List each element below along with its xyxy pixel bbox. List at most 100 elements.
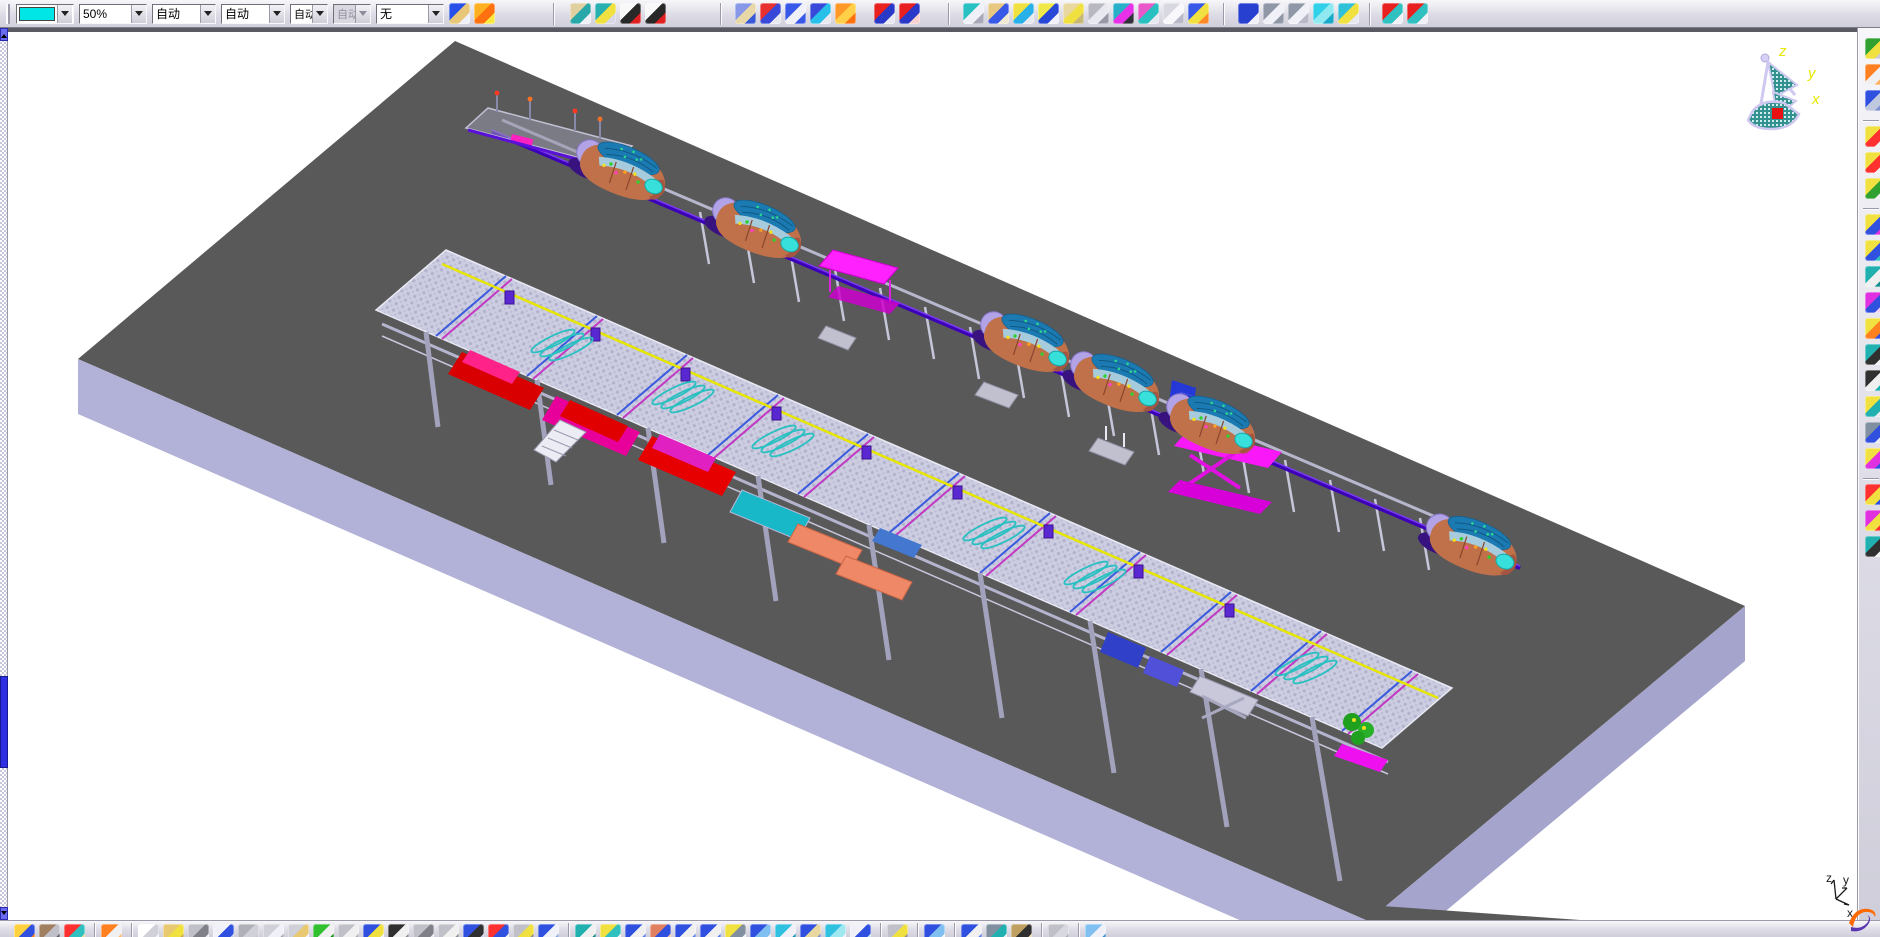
robot-eye-icon[interactable]: [760, 3, 781, 24]
zoom-in-icon[interactable]: [675, 924, 696, 937]
gears-star-2-icon[interactable]: [1865, 240, 1880, 261]
list-teal-icon[interactable]: [1865, 344, 1880, 365]
lock-gray-icon[interactable]: [513, 924, 534, 937]
none-combo[interactable]: 无: [376, 4, 444, 24]
doc-pen-icon[interactable]: [213, 924, 234, 937]
scroll-up-button[interactable]: [0, 28, 8, 41]
list-teal-2-icon[interactable]: [1865, 536, 1880, 557]
auto-combo-3[interactable]: 自动: [290, 4, 328, 24]
chevron-down-icon[interactable]: [200, 5, 215, 23]
setsquare-one-icon[interactable]: [1038, 3, 1059, 24]
camera-view-box-icon[interactable]: [570, 3, 591, 24]
redo-disabled-icon[interactable]: [338, 924, 359, 937]
multi-view-icon[interactable]: [750, 924, 771, 937]
chevron-down-icon[interactable]: [312, 5, 327, 23]
fit-view-icon[interactable]: [600, 924, 621, 937]
magic-wand-sphere-icon[interactable]: [474, 3, 495, 24]
eye-gray-icon[interactable]: [413, 924, 434, 937]
gripper-cube-icon[interactable]: [1865, 510, 1880, 531]
robot-magenta-icon[interactable]: [1865, 292, 1880, 313]
paste-icon[interactable]: [288, 924, 309, 937]
clamp-teal-icon[interactable]: [1865, 266, 1880, 287]
sketch-pad-icon[interactable]: [1113, 3, 1134, 24]
chevron-down-icon[interactable]: [57, 5, 72, 23]
move-cross-orange-icon[interactable]: [101, 924, 122, 937]
iso-view-icon[interactable]: [775, 924, 796, 937]
sim-chart-3-icon[interactable]: [1865, 178, 1880, 199]
pointer-orange-icon[interactable]: [1865, 64, 1880, 85]
star-burst-icon[interactable]: [835, 3, 856, 24]
datum-measure-icon[interactable]: [488, 924, 509, 937]
paperclip-icon[interactable]: [1088, 3, 1109, 24]
link-nodes-icon[interactable]: [1865, 318, 1880, 339]
gear-snowflake-icon[interactable]: [1188, 3, 1209, 24]
shade-box-1-icon[interactable]: [800, 924, 821, 937]
mini-loader-icon[interactable]: [1013, 3, 1034, 24]
mouse-3d-icon[interactable]: [963, 3, 984, 24]
print-icon[interactable]: [188, 924, 209, 937]
swoosh-cyan-icon[interactable]: [1313, 3, 1334, 24]
zoom-out-icon[interactable]: [700, 924, 721, 937]
gears-pair-icon[interactable]: [1865, 448, 1880, 469]
keyboard-blue-icon[interactable]: [463, 924, 484, 937]
chevron-down-icon[interactable]: [131, 5, 146, 23]
goggles-parts-icon[interactable]: [735, 3, 756, 24]
cut-disabled-icon[interactable]: [238, 924, 259, 937]
open-folder-icon[interactable]: [163, 924, 184, 937]
color-combo[interactable]: [16, 4, 74, 24]
sim-chart-1-icon[interactable]: [1865, 126, 1880, 147]
view-cube-icon[interactable]: [988, 3, 1009, 24]
copy-icon[interactable]: [263, 924, 284, 937]
door-panel-icon[interactable]: [595, 3, 616, 24]
zoom-level-combo[interactable]: 50%: [79, 4, 147, 24]
chevron-down-icon[interactable]: [269, 5, 284, 23]
hide-show-icon[interactable]: [887, 924, 908, 937]
gear-blue-icon[interactable]: [1865, 90, 1880, 111]
box-3d-red-icon[interactable]: [64, 924, 85, 937]
expand-4way-icon[interactable]: [785, 3, 806, 24]
auto-combo-2[interactable]: 自动: [221, 4, 285, 24]
sphere-gray-icon[interactable]: [438, 924, 459, 937]
normal-view-icon[interactable]: [725, 924, 746, 937]
anchor-icon[interactable]: [1063, 3, 1084, 24]
scene-3d[interactable]: z y x z y x: [8, 28, 1858, 920]
fly-mode-icon[interactable]: [575, 924, 596, 937]
chevron-down-icon[interactable]: [428, 5, 443, 23]
arc-letter-icon[interactable]: [1288, 3, 1309, 24]
robot-tool-icon[interactable]: [810, 3, 831, 24]
gears-green-icon[interactable]: [1865, 38, 1880, 59]
camera-capture-icon[interactable]: [986, 924, 1007, 937]
box-red-yellow-icon[interactable]: [1865, 484, 1880, 505]
viewport-3d[interactable]: z y x z y x: [8, 28, 1858, 920]
left-scrollbar[interactable]: [0, 28, 8, 920]
new-document-icon[interactable]: [138, 924, 159, 937]
paint-brush-icon[interactable]: [449, 3, 470, 24]
screen-capture-icon[interactable]: [538, 924, 559, 937]
user-profile-icon[interactable]: [1011, 924, 1032, 937]
text-frame-icon[interactable]: [1865, 370, 1880, 391]
rotate-view-icon[interactable]: [650, 924, 671, 937]
curve-gray-icon[interactable]: [1163, 3, 1184, 24]
swap-arrows-icon[interactable]: [961, 924, 982, 937]
auto-combo-1[interactable]: 自动: [152, 4, 216, 24]
render-camera-icon[interactable]: [39, 924, 60, 937]
eraser-prism-icon[interactable]: [1338, 3, 1359, 24]
pick-box-2-icon[interactable]: [1407, 3, 1428, 24]
curve-c-icon[interactable]: [388, 924, 409, 937]
process-tree-red-icon[interactable]: [645, 3, 666, 24]
globe-star-icon[interactable]: [14, 924, 35, 937]
toolbar-grip[interactable]: [6, 4, 10, 24]
robot-flag-2-icon[interactable]: [899, 3, 920, 24]
shade-box-3-icon[interactable]: [850, 924, 871, 937]
scroll-down-button[interactable]: [0, 907, 8, 920]
undo-green-icon[interactable]: [313, 924, 334, 937]
gears-star-1-icon[interactable]: [1865, 214, 1880, 235]
pick-box-1-icon[interactable]: [1382, 3, 1403, 24]
arc-curve-icon[interactable]: [1263, 3, 1284, 24]
view-compass[interactable]: z y x: [1748, 43, 1820, 129]
stack-yellow-icon[interactable]: [1865, 396, 1880, 417]
robot-gray-icon[interactable]: [1865, 422, 1880, 443]
fly-path-icon[interactable]: [924, 924, 945, 937]
process-tree-icon[interactable]: [620, 3, 641, 24]
point-blue-icon[interactable]: [1238, 3, 1259, 24]
